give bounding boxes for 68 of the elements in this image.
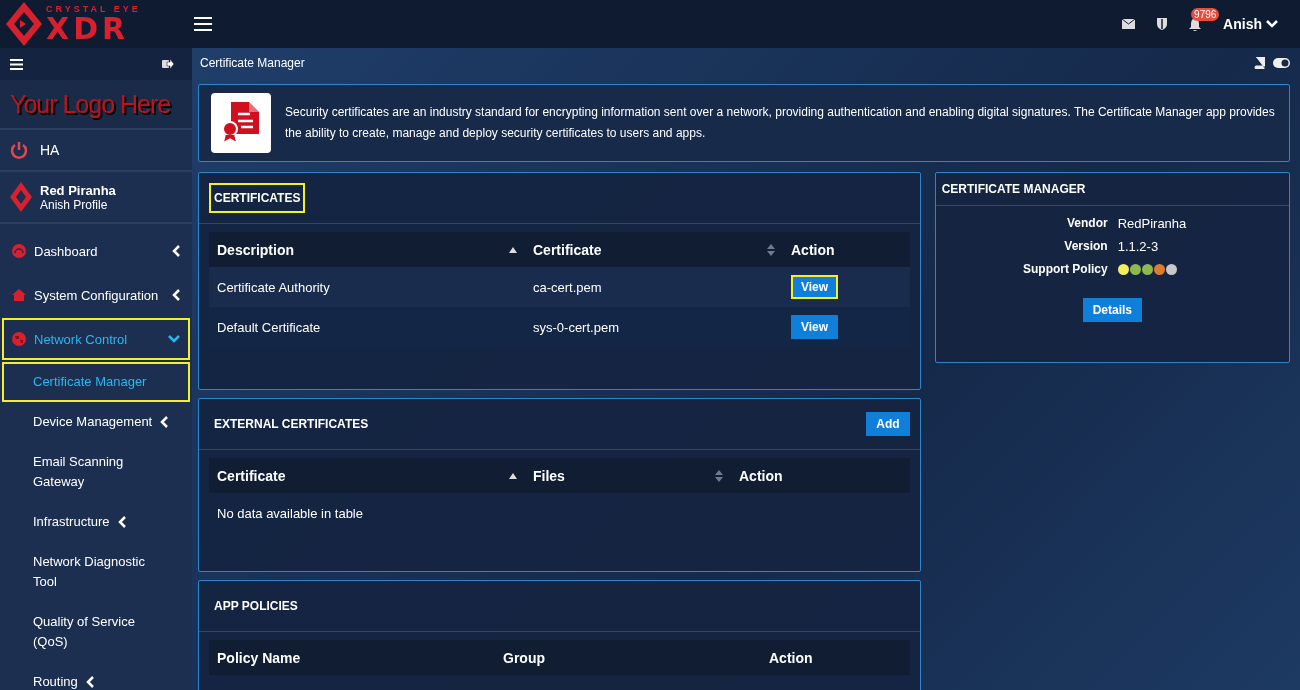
house-icon — [12, 289, 26, 301]
sidebar-subitem[interactable]: Routing — [2, 662, 190, 690]
column-header: Policy Name — [209, 640, 495, 675]
sidebar-subitem[interactable]: Infrastructure — [2, 502, 190, 542]
certificate-app-icon — [211, 93, 271, 153]
card-title: APP POLICIES — [213, 598, 299, 615]
card-title: EXTERNAL CERTIFICATES — [213, 416, 370, 433]
view-button[interactable]: View — [791, 315, 839, 339]
chevron-left-icon — [172, 289, 180, 301]
sort-ascending-icon[interactable] — [509, 472, 517, 479]
column-header: Action — [761, 640, 910, 675]
profile-subtitle: Anish Profile — [40, 197, 109, 212]
add-button[interactable]: Add — [866, 412, 910, 436]
chevron-left-icon — [117, 516, 126, 528]
field-label: Support Policy — [1021, 262, 1108, 276]
column-header[interactable]: Certificate — [525, 232, 783, 267]
sign-out-icon[interactable] — [162, 59, 174, 69]
table-cell: sys-0-cert.pem — [525, 307, 783, 347]
sort-ascending-icon[interactable] — [509, 246, 517, 253]
sidebar-subitem[interactable]: Device Management — [2, 402, 190, 442]
profile-name: Red Piranha — [40, 182, 116, 198]
sort-icon[interactable] — [715, 469, 723, 482]
logo-text: Your Logo Here — [10, 89, 171, 119]
chevron-left-icon — [160, 416, 169, 428]
sidebar-subitem[interactable]: Certificate Manager — [2, 362, 190, 402]
user-menu[interactable]: Anish — [1223, 16, 1278, 32]
field-value: 1.1.2-3 — [1117, 239, 1160, 254]
ha-label[interactable]: HA — [40, 142, 60, 158]
field-label: Version — [1063, 239, 1108, 254]
envelope-icon[interactable] — [1122, 19, 1136, 29]
column-header: Group — [495, 640, 761, 675]
empty-table-message: No data available in table — [217, 505, 363, 521]
card-title: CERTIFICATES — [209, 183, 306, 213]
brand-tagline: CRYSTAL EYE — [46, 4, 141, 14]
page-title: Certificate Manager — [200, 56, 305, 70]
chevron-down-icon — [168, 335, 180, 343]
column-header: Action — [783, 232, 910, 267]
details-button[interactable]: Details — [1082, 298, 1142, 322]
view-button[interactable]: View — [791, 275, 839, 299]
brand-name: XDR — [46, 13, 130, 44]
sidebar-subitem[interactable]: Email Scanning Gateway — [2, 442, 190, 502]
sidebar-item[interactable]: System Configuration — [2, 274, 190, 316]
sidebar-item[interactable]: Dashboard — [2, 230, 190, 272]
field-label: Vendor — [1065, 216, 1108, 231]
toggle-icon[interactable] — [1273, 58, 1290, 68]
column-header[interactable]: Files — [525, 458, 731, 493]
chevron-down-icon — [1266, 20, 1278, 28]
sidebar-item[interactable]: Network Control — [2, 318, 190, 360]
field-value: RedPiranha — [1117, 216, 1188, 231]
menu-icon[interactable] — [194, 17, 212, 31]
menu-icon[interactable] — [10, 58, 23, 70]
sidebar-subitem[interactable]: Network Diagnostic Tool — [2, 542, 190, 602]
column-header[interactable]: Description — [209, 232, 525, 267]
table-cell: ca-cert.pem — [525, 267, 783, 307]
intro-text: Security certificates are an industry standard for encrypting information sent over a network, providing authentication and enabling digital signatures. The Certificate Manager app provides the ability to create, manage and deploy security certificates to users and apps. — [285, 104, 1276, 142]
sidebar-subitem[interactable]: Quality of Service (QoS) — [2, 602, 190, 662]
power-icon[interactable] — [10, 141, 28, 159]
column-header[interactable]: Certificate — [209, 458, 525, 493]
panel-title: CERTIFICATE MANAGER — [941, 182, 1086, 196]
table-cell: Certificate Authority — [209, 267, 525, 307]
shield-icon[interactable] — [1157, 18, 1168, 30]
gauge-icon — [12, 244, 26, 258]
notification-badge: 9796 — [1191, 7, 1220, 21]
profile-logo-icon — [10, 182, 32, 212]
chevron-left-icon — [85, 676, 94, 688]
sort-icon[interactable] — [767, 243, 775, 256]
chevron-left-icon — [172, 245, 180, 257]
column-header: Action — [731, 458, 910, 493]
